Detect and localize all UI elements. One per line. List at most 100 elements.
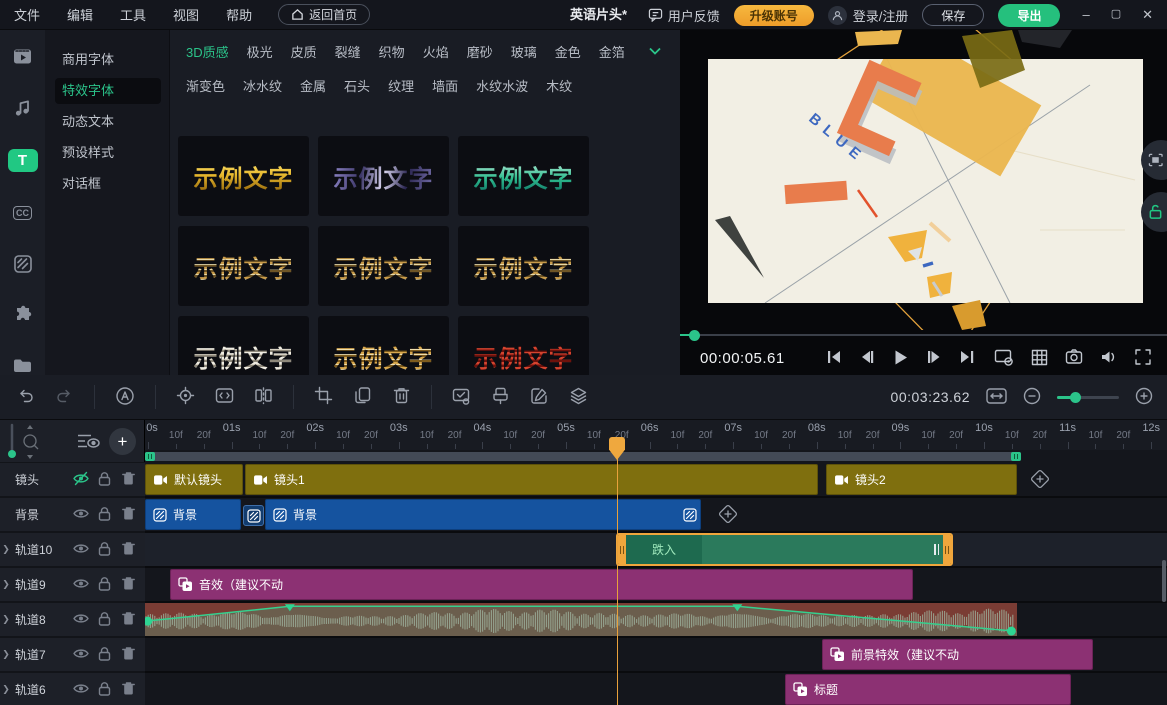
canvas-mode-button[interactable] bbox=[1141, 140, 1167, 180]
skip-end-button[interactable] bbox=[958, 348, 976, 369]
split-button[interactable] bbox=[254, 386, 273, 408]
panel-nav-5[interactable]: 对话框 bbox=[55, 171, 161, 197]
clip-默认镜头[interactable]: 默认镜头 bbox=[145, 464, 243, 495]
close-button[interactable]: ✕ bbox=[1142, 7, 1153, 23]
track-row-轨道10[interactable]: 跌入 bbox=[0, 533, 1167, 568]
crop-button[interactable] bbox=[314, 386, 333, 408]
track-expand-chevron[interactable]: ❯ bbox=[0, 684, 12, 695]
add-clip-button[interactable] bbox=[1030, 469, 1050, 489]
track-row-镜头[interactable]: 默认镜头镜头1镜头2 bbox=[0, 463, 1167, 498]
menu-item-2[interactable]: 编辑 bbox=[67, 5, 93, 24]
category-row1-9[interactable]: 金色 bbox=[555, 42, 581, 61]
zoom-in-icon[interactable] bbox=[1135, 387, 1153, 408]
category-row1-10[interactable]: 金箔 bbox=[599, 42, 625, 61]
effect-thumbnail-5[interactable]: 示例文字 bbox=[318, 226, 449, 306]
edit-button[interactable] bbox=[530, 386, 549, 408]
trash-icon[interactable] bbox=[120, 610, 137, 630]
track-row-轨道8[interactable] bbox=[0, 603, 1167, 638]
trash-icon[interactable] bbox=[120, 540, 137, 560]
maximize-button[interactable]: ▢ bbox=[1111, 7, 1121, 23]
upgrade-button[interactable]: 升级账号 bbox=[734, 5, 814, 26]
add-track-button[interactable]: + bbox=[109, 428, 136, 455]
lock-icon[interactable] bbox=[96, 470, 113, 490]
track-expand-chevron[interactable]: ❯ bbox=[0, 544, 12, 555]
category-row2-4[interactable]: 石头 bbox=[344, 76, 370, 95]
clip-镜头1[interactable]: 镜头1 bbox=[245, 464, 818, 495]
eye-icon[interactable] bbox=[72, 610, 89, 630]
trash-icon[interactable] bbox=[120, 470, 137, 490]
clip-trim-handle-right[interactable] bbox=[943, 535, 951, 564]
track-expand-chevron[interactable]: ❯ bbox=[0, 614, 12, 625]
keyframe-button[interactable] bbox=[176, 386, 195, 408]
eye-icon[interactable] bbox=[72, 575, 89, 595]
track-expand-chevron[interactable]: ❯ bbox=[0, 579, 12, 590]
effect-thumbnail-3[interactable]: 示例文字 bbox=[458, 136, 589, 216]
lock-canvas-button[interactable] bbox=[1141, 192, 1167, 232]
eye-icon[interactable] bbox=[72, 505, 89, 525]
trash-icon[interactable] bbox=[120, 505, 137, 525]
volume-button[interactable] bbox=[1100, 348, 1117, 369]
lock-icon[interactable] bbox=[96, 645, 113, 665]
eye-icon[interactable] bbox=[72, 540, 89, 560]
save-button[interactable]: 保存 bbox=[922, 4, 984, 26]
delete-button[interactable] bbox=[392, 386, 411, 408]
timeline-vertical-scrollbar[interactable] bbox=[1162, 560, 1166, 602]
track-height-slider[interactable] bbox=[2, 422, 46, 462]
timeline-scroll-band[interactable] bbox=[145, 450, 1167, 463]
seek-handle[interactable] bbox=[689, 330, 700, 341]
lock-icon[interactable] bbox=[96, 505, 113, 525]
panel-nav-4[interactable]: 预设样式 bbox=[55, 140, 161, 166]
fullscreen-button[interactable] bbox=[1134, 348, 1152, 369]
preview-seek-bar[interactable] bbox=[680, 330, 1167, 340]
effect-thumbnail-2[interactable]: 示例文字 bbox=[318, 136, 449, 216]
clip-背景[interactable]: 背景 bbox=[265, 499, 701, 530]
preview-check-button[interactable] bbox=[452, 387, 471, 408]
eye-icon[interactable] bbox=[72, 680, 89, 700]
panel-nav-3[interactable]: 动态文本 bbox=[55, 109, 161, 135]
lock-icon[interactable] bbox=[96, 610, 113, 630]
folder-icon[interactable] bbox=[10, 355, 36, 375]
track-row-轨道9[interactable]: 音效（建议不动 bbox=[0, 568, 1167, 603]
category-row2-8[interactable]: 木纹 bbox=[546, 76, 572, 95]
chevron-down-icon[interactable] bbox=[648, 44, 662, 59]
trash-icon[interactable] bbox=[120, 575, 137, 595]
fit-timeline-icon[interactable] bbox=[986, 388, 1007, 407]
menu-item-3[interactable]: 工具 bbox=[120, 5, 146, 24]
category-row1-5[interactable]: 织物 bbox=[379, 42, 405, 61]
transition-box[interactable] bbox=[243, 505, 264, 526]
menu-item-5[interactable]: 帮助 bbox=[226, 5, 252, 24]
category-row2-5[interactable]: 纹理 bbox=[388, 76, 414, 95]
transition-icon[interactable] bbox=[10, 254, 36, 274]
next-frame-button[interactable] bbox=[925, 348, 943, 369]
auto-keyframe-button[interactable] bbox=[115, 386, 135, 409]
minimize-button[interactable]: – bbox=[1082, 7, 1089, 23]
music-icon[interactable] bbox=[10, 98, 36, 118]
category-row2-7[interactable]: 水纹水波 bbox=[476, 76, 528, 95]
undo-button[interactable] bbox=[16, 386, 35, 408]
home-button[interactable]: 返回首页 bbox=[278, 4, 370, 25]
menu-item-1[interactable]: 文件 bbox=[14, 5, 40, 24]
effect-thumbnail-8[interactable]: 示例文字 bbox=[318, 316, 449, 375]
timeline-scrollbar[interactable] bbox=[145, 452, 1021, 461]
effect-thumbnail-7[interactable]: 示例文字 bbox=[178, 316, 309, 375]
scroll-handle-left[interactable] bbox=[145, 452, 155, 461]
clip-跌入[interactable]: 跌入 bbox=[616, 533, 953, 566]
prev-frame-button[interactable] bbox=[858, 348, 876, 369]
category-row1-1[interactable]: 3D质感 bbox=[186, 42, 229, 61]
audio-clip[interactable] bbox=[143, 603, 1017, 636]
clip-音效（建议不动[interactable]: 音效（建议不动 bbox=[170, 569, 913, 600]
lock-icon[interactable] bbox=[96, 575, 113, 595]
brush-button[interactable] bbox=[491, 386, 510, 408]
timeline-ruler[interactable]: 0s10f20f01s10f20f02s10f20f03s10f20f04s10… bbox=[145, 420, 1167, 450]
eye-icon[interactable] bbox=[72, 645, 89, 665]
render-settings-button[interactable] bbox=[994, 348, 1014, 369]
trash-icon[interactable] bbox=[120, 645, 137, 665]
scroll-handle-right[interactable] bbox=[1011, 452, 1021, 461]
redo-button[interactable] bbox=[55, 386, 74, 408]
clip-标题[interactable]: 标题 bbox=[785, 674, 1071, 705]
play-button[interactable] bbox=[891, 348, 910, 370]
effect-thumbnail-4[interactable]: 示例文字 bbox=[178, 226, 309, 306]
category-row2-6[interactable]: 墙面 bbox=[432, 76, 458, 95]
category-row1-6[interactable]: 火焰 bbox=[423, 42, 449, 61]
track-expand-chevron[interactable]: ❯ bbox=[0, 649, 12, 660]
